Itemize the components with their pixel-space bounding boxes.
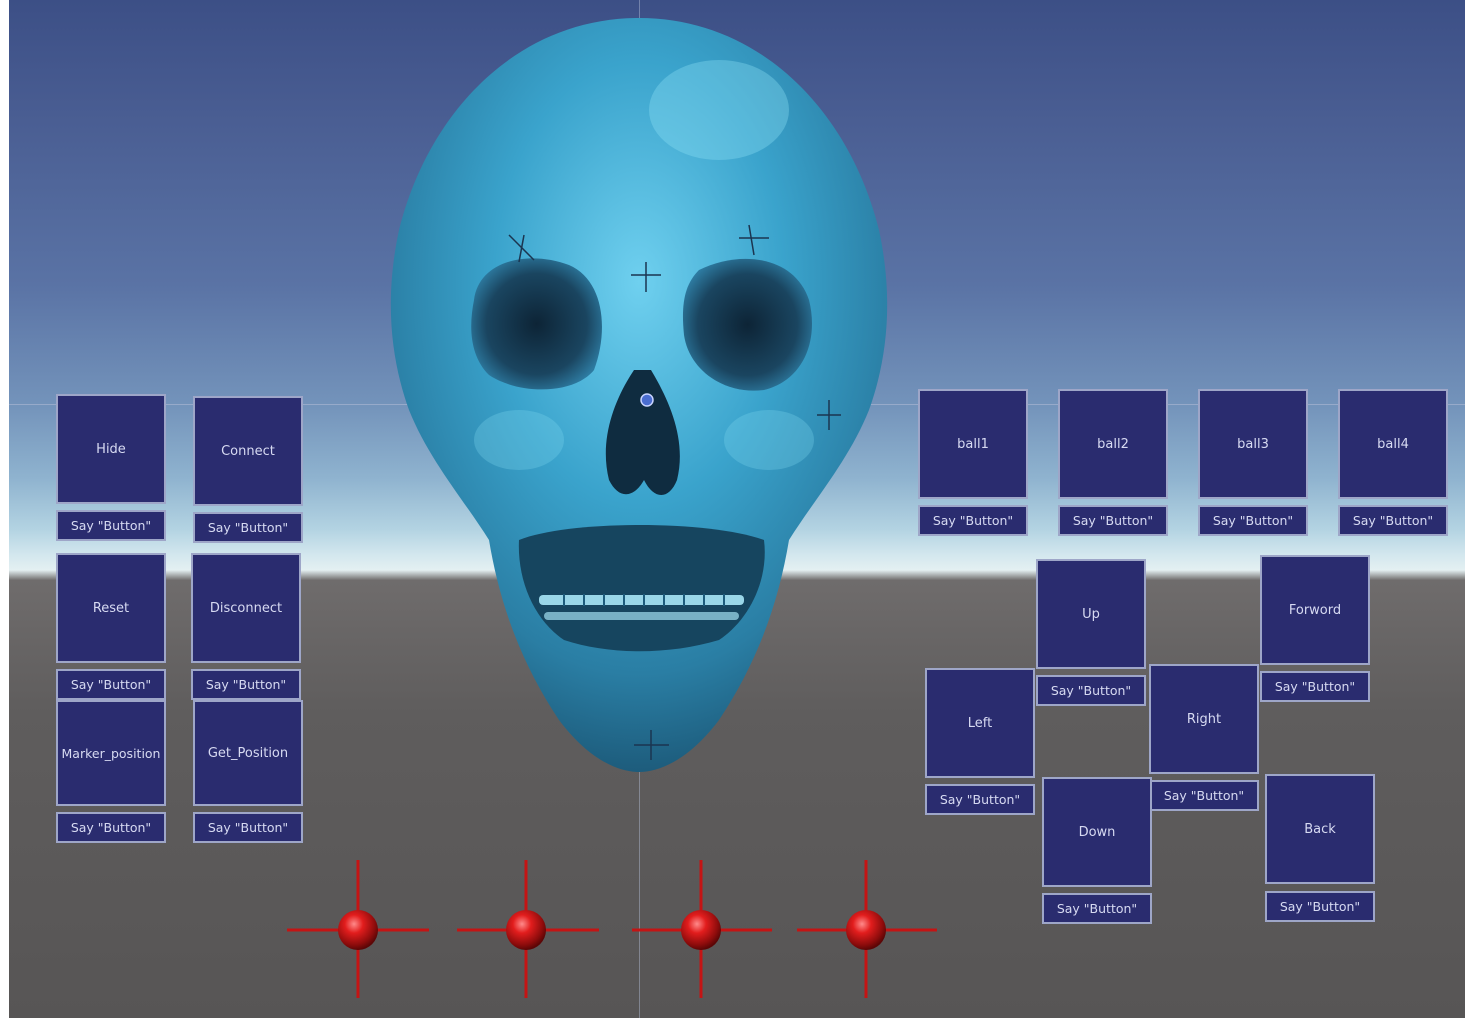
- disconnect-button[interactable]: Disconnect: [191, 553, 301, 663]
- reset-voice-command-label: Say "Button": [56, 669, 166, 700]
- left-button[interactable]: Left: [925, 668, 1035, 778]
- ball1-button[interactable]: ball1: [918, 389, 1028, 499]
- ball1-voice-command-label: Say "Button": [918, 505, 1028, 536]
- ball4-button[interactable]: ball4: [1338, 389, 1448, 499]
- forword-button[interactable]: Forword: [1260, 555, 1370, 665]
- marker-position-voice-command-label: Say "Button": [56, 812, 166, 843]
- marker-ball-2[interactable]: [457, 860, 599, 998]
- disconnect-voice-command-label: Say "Button": [191, 669, 301, 700]
- ball4-voice-command-label: Say "Button": [1338, 505, 1448, 536]
- ball3-button[interactable]: ball3: [1198, 389, 1308, 499]
- right-button[interactable]: Right: [1149, 664, 1259, 774]
- back-button[interactable]: Back: [1265, 774, 1375, 884]
- right-voice-command-label: Say "Button": [1149, 780, 1259, 811]
- ball3-voice-command-label: Say "Button": [1198, 505, 1308, 536]
- connect-button[interactable]: Connect: [193, 396, 303, 506]
- hide-voice-command-label: Say "Button": [56, 510, 166, 541]
- forword-voice-command-label: Say "Button": [1260, 671, 1370, 702]
- ball2-voice-command-label: Say "Button": [1058, 505, 1168, 536]
- left-voice-command-label: Say "Button": [925, 784, 1035, 815]
- marker-ball-4[interactable]: [797, 860, 937, 998]
- get-position-voice-command-label: Say "Button": [193, 812, 303, 843]
- back-voice-command-label: Say "Button": [1265, 891, 1375, 922]
- reset-button[interactable]: Reset: [56, 553, 166, 663]
- connect-voice-command-label: Say "Button": [193, 512, 303, 543]
- marker-ball-1[interactable]: [287, 860, 429, 998]
- hide-button[interactable]: Hide: [56, 394, 166, 504]
- skull-model[interactable]: [369, 0, 909, 790]
- down-button[interactable]: Down: [1042, 777, 1152, 887]
- up-button[interactable]: Up: [1036, 559, 1146, 669]
- get-position-button[interactable]: Get_Position: [193, 700, 303, 806]
- marker-ball-3[interactable]: [632, 860, 772, 998]
- up-voice-command-label: Say "Button": [1036, 675, 1146, 706]
- marker-position-button[interactable]: Marker_position: [56, 700, 166, 806]
- scene-viewport: Hide Say "Button" Connect Say "Button" R…: [9, 0, 1465, 1018]
- ball2-button[interactable]: ball2: [1058, 389, 1168, 499]
- down-voice-command-label: Say "Button": [1042, 893, 1152, 924]
